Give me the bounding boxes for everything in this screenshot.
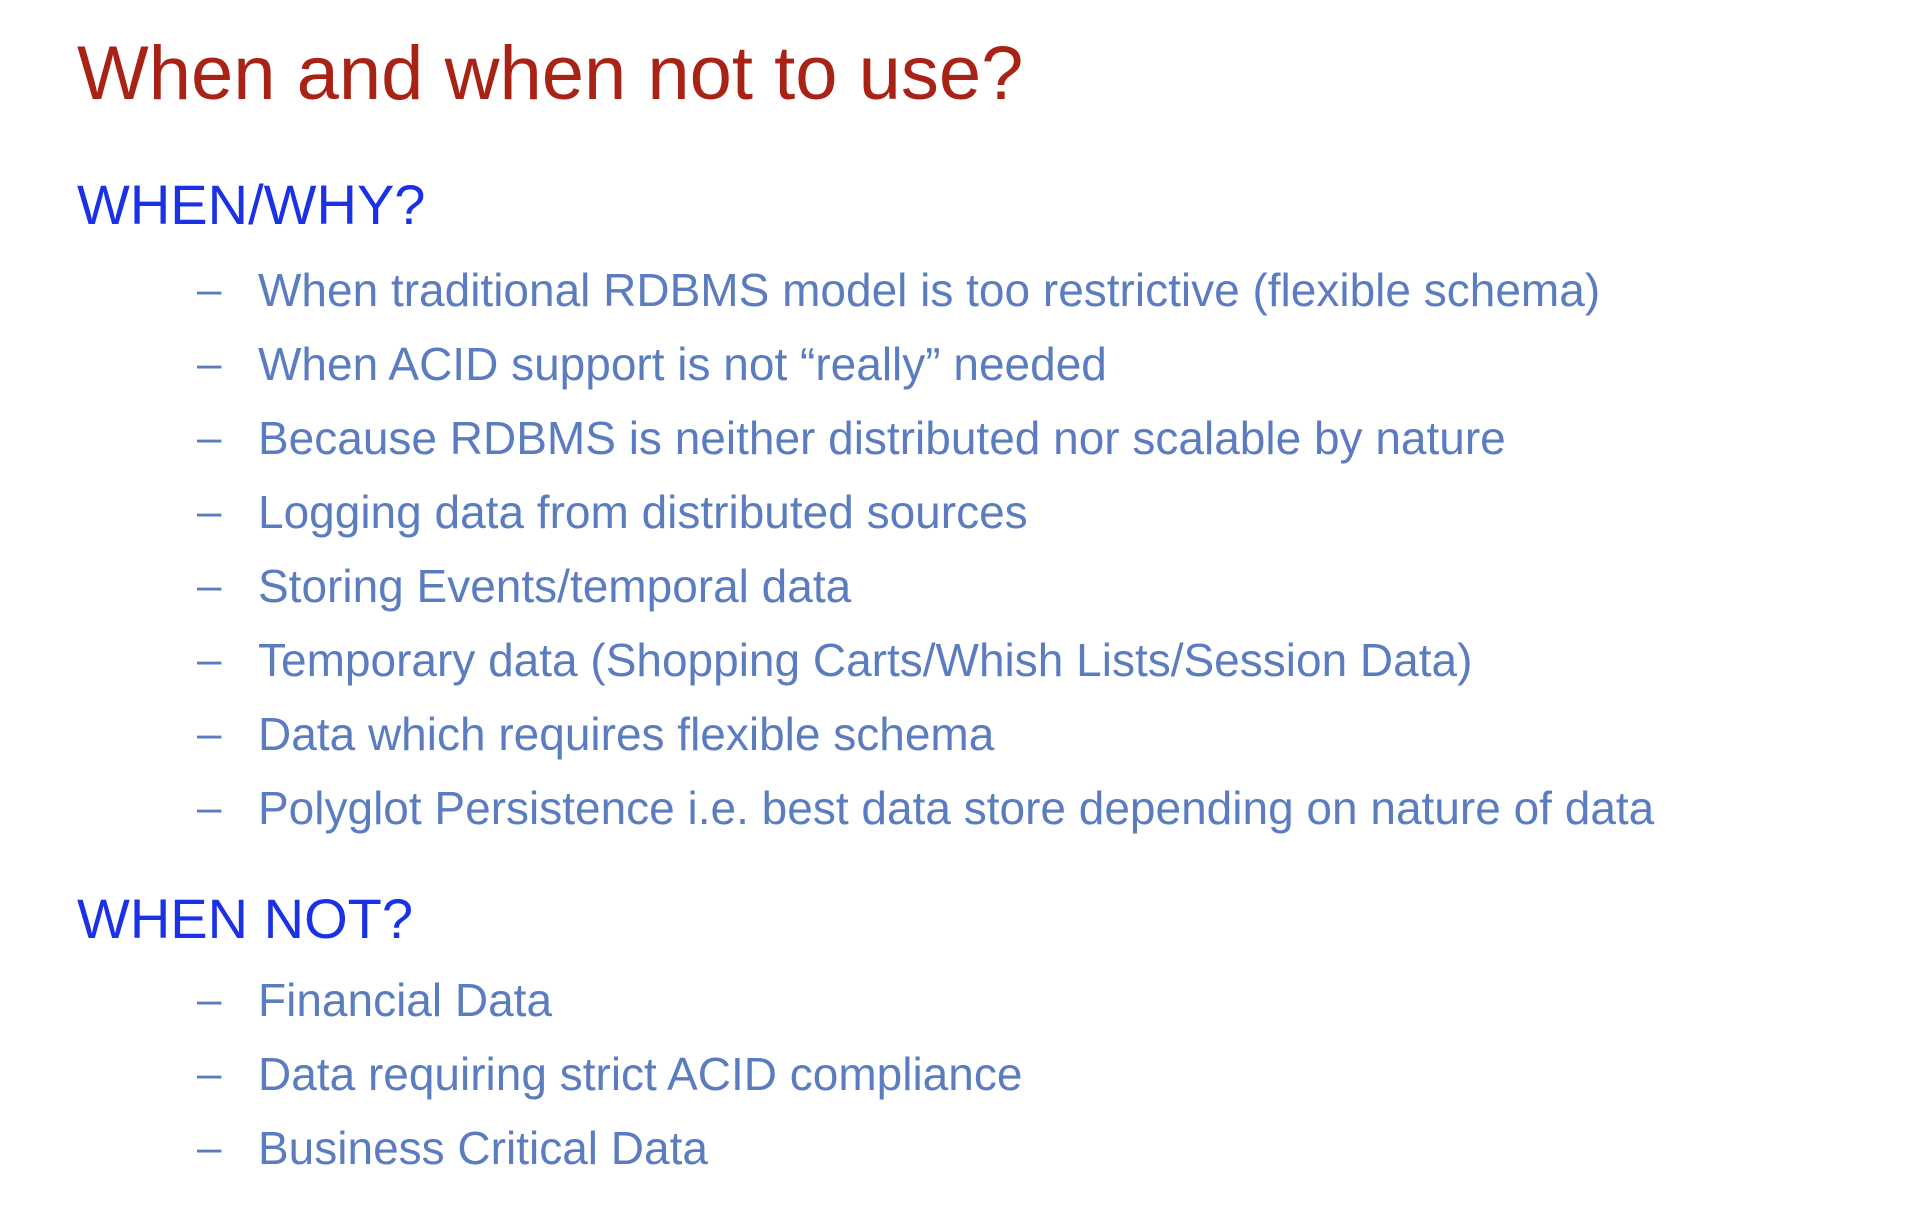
list-item-text: Logging data from distributed sources (258, 486, 1028, 538)
dash-bullet: – (197, 1049, 222, 1098)
list-item-text: When ACID support is not “really” needed (258, 338, 1107, 390)
list-item-text: Storing Events/temporal data (258, 560, 852, 612)
section-heading-when-not: WHEN NOT? (77, 887, 413, 950)
list-item-text: Financial Data (258, 974, 553, 1026)
list-item-text: Business Critical Data (258, 1122, 708, 1174)
list-item-text: Because RDBMS is neither distributed nor… (258, 412, 1506, 464)
dash-bullet: – (197, 975, 222, 1024)
list-item-text: Data requiring strict ACID compliance (258, 1048, 1023, 1100)
list-item-text: Temporary data (Shopping Carts/Whish Lis… (258, 634, 1473, 686)
list-item-text: Data which requires flexible schema (258, 708, 995, 760)
list-item-text: Polyglot Persistence i.e. best data stor… (258, 782, 1655, 834)
dash-bullet: – (197, 635, 222, 684)
dash-bullet: – (197, 783, 222, 832)
dash-bullet: – (197, 339, 222, 388)
dash-bullet: – (197, 709, 222, 758)
dash-bullet: – (197, 487, 222, 536)
slide-title: When and when not to use? (77, 31, 1024, 116)
dash-bullet: – (197, 265, 222, 314)
dash-bullet: – (197, 1123, 222, 1172)
dash-bullet: – (197, 413, 222, 462)
slide: When and when not to use? WHEN/WHY? – Wh… (0, 0, 1910, 1206)
section-heading-when-why: WHEN/WHY? (77, 173, 426, 236)
list-item-text: When traditional RDBMS model is too rest… (258, 264, 1601, 316)
dash-bullet: – (197, 561, 222, 610)
